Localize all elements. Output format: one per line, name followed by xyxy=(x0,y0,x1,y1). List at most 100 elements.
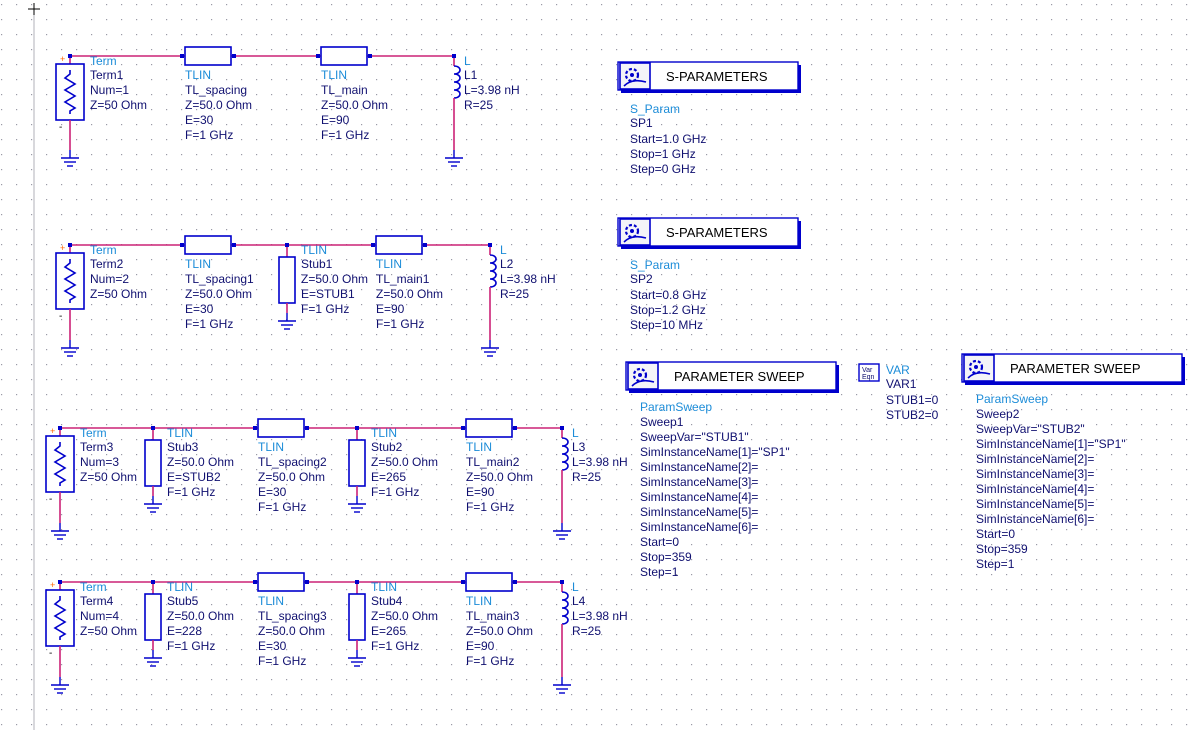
pin-dot xyxy=(253,580,257,584)
tlin-z-label: Z=50.0 Ohm xyxy=(258,470,325,484)
sweep-param-label: SimInstanceName[3]= xyxy=(640,475,758,489)
stub-box xyxy=(278,256,296,304)
tlin-e-label: E=90 xyxy=(466,639,495,653)
tlin-name-label: TL_spacing3 xyxy=(258,609,327,623)
tlin-e-label: E=90 xyxy=(321,113,350,127)
stub-box xyxy=(144,439,162,487)
term-type-label: Term xyxy=(80,580,107,594)
tlin-box xyxy=(375,235,423,255)
pin-dot xyxy=(253,426,257,430)
ind-r-label: R=25 xyxy=(572,470,601,484)
stub-box xyxy=(348,593,366,641)
sweep-param-label: SimInstanceName[1]="SP1" xyxy=(640,445,790,459)
ind-type-label: L xyxy=(572,580,579,594)
tlin-type-label: TLIN xyxy=(466,594,492,608)
sweep-param-label: SweepVar="STUB2" xyxy=(976,422,1085,436)
sweep-param-label: SimInstanceName[5]= xyxy=(976,497,1094,511)
pin-dot xyxy=(355,580,359,584)
tlin-type-label: TLIN xyxy=(185,257,211,271)
tlin-z-label: Z=50.0 Ohm xyxy=(185,98,252,112)
minus-sign: - xyxy=(59,311,62,322)
var-type-label: VAR xyxy=(886,363,910,377)
gear-hub xyxy=(630,229,634,233)
term-num-label: Num=1 xyxy=(90,83,129,97)
term-z-label: Z=50 Ohm xyxy=(80,624,137,638)
sweep-param-label: Start=0 xyxy=(640,535,679,549)
simulation-gear-icon xyxy=(963,354,995,382)
tlin-f-label: F=1 GHz xyxy=(321,128,369,142)
sparam-param-label: Stop=1 GHz xyxy=(630,147,696,161)
tlin-f-label: F=1 GHz xyxy=(185,128,233,142)
tlin-z-label: Z=50.0 Ohm xyxy=(258,624,325,638)
stub-type-label: TLIN xyxy=(167,580,193,594)
gear-hub xyxy=(638,373,642,377)
stub-z-label: Z=50.0 Ohm xyxy=(371,609,438,623)
tlin-e-label: E=30 xyxy=(185,302,214,316)
stub-type-label: TLIN xyxy=(167,426,193,440)
pin-dot xyxy=(285,243,289,247)
var-line-label: STUB1=0 xyxy=(886,393,939,407)
sweep-param-label: SimInstanceName[3]= xyxy=(976,467,1094,481)
pin-dot xyxy=(452,54,456,58)
tlin-e-label: E=30 xyxy=(185,113,214,127)
tlin-type-label: TLIN xyxy=(376,257,402,271)
minus-sign: - xyxy=(59,122,62,133)
sparam-param-label: Start=0.8 GHz xyxy=(630,288,706,302)
plus-sign: + xyxy=(50,426,55,436)
sweep-param-label: SweepVar="STUB1" xyxy=(640,430,749,444)
pin-dot xyxy=(68,243,72,247)
sweep-param-label: SimInstanceName[6]= xyxy=(640,520,758,534)
ind-type-label: L xyxy=(464,54,471,68)
plus-sign: + xyxy=(50,580,55,590)
term-type-label: Term xyxy=(90,243,117,257)
stub-name-label: Stub4 xyxy=(371,594,403,608)
sparam-param-label: Step=0 GHz xyxy=(630,162,696,176)
sweep-param-label: SimInstanceName[2]= xyxy=(976,452,1094,466)
term-z-label: Z=50 Ohm xyxy=(80,470,137,484)
ind-name-label: L1 xyxy=(464,68,478,82)
plus-sign: + xyxy=(60,243,65,253)
pin-dot xyxy=(488,243,492,247)
tlin-e-label: E=30 xyxy=(258,485,287,499)
term-name-label: Term3 xyxy=(80,440,114,454)
tlin-name-label: TL_spacing2 xyxy=(258,455,327,469)
tlin-z-label: Z=50.0 Ohm xyxy=(321,98,388,112)
var-name-label: VAR1 xyxy=(886,377,917,391)
sparam-type-label: S_Param xyxy=(630,102,680,116)
pin-dot xyxy=(371,243,375,247)
stub-name-label: Stub1 xyxy=(301,257,333,271)
tlin-type-label: TLIN xyxy=(321,68,347,82)
stub-name-label: Stub3 xyxy=(167,440,199,454)
var-line-label: STUB2=0 xyxy=(886,408,939,422)
schematic-canvas[interactable]: +-TermTerm1Num=1Z=50 OhmTLINTL_spacingZ=… xyxy=(0,0,1200,730)
tlin-z-label: Z=50.0 Ohm xyxy=(466,470,533,484)
sweep-param-label: SimInstanceName[1]="SP1" xyxy=(976,437,1126,451)
panel-title: PARAMETER SWEEP xyxy=(674,369,805,384)
stub-z-label: Z=50.0 Ohm xyxy=(167,609,234,623)
pin-dot xyxy=(68,54,72,58)
sparam-param-label: Start=1.0 GHz xyxy=(630,132,706,146)
pin-dot xyxy=(560,580,564,584)
stub-f-label: F=1 GHz xyxy=(167,639,215,653)
sparam-name-label: SP2 xyxy=(630,272,653,286)
ind-l-label: L=3.98 nH xyxy=(572,455,628,469)
sweep-param-label: Stop=359 xyxy=(976,542,1028,556)
pin-dot xyxy=(423,243,427,247)
sweep-param-label: Step=1 xyxy=(640,565,679,579)
pin-dot xyxy=(305,580,309,584)
sweep-param-label: Step=1 xyxy=(976,557,1015,571)
tlin-name-label: TL_main1 xyxy=(376,272,430,286)
pin-dot xyxy=(368,54,372,58)
term-type-label: Term xyxy=(80,426,107,440)
tlin-name-label: TL_main3 xyxy=(466,609,520,623)
tlin-box xyxy=(257,572,305,592)
sweep-type-label: ParamSweep xyxy=(976,392,1048,406)
tlin-z-label: Z=50.0 Ohm xyxy=(466,624,533,638)
sweep-type-label: ParamSweep xyxy=(640,400,712,414)
pin-dot xyxy=(513,426,517,430)
tlin-f-label: F=1 GHz xyxy=(466,500,514,514)
pin-dot xyxy=(461,580,465,584)
sweep-param-label: SimInstanceName[5]= xyxy=(640,505,758,519)
ind-r-label: R=25 xyxy=(500,287,529,301)
tlin-z-label: Z=50.0 Ohm xyxy=(376,287,443,301)
